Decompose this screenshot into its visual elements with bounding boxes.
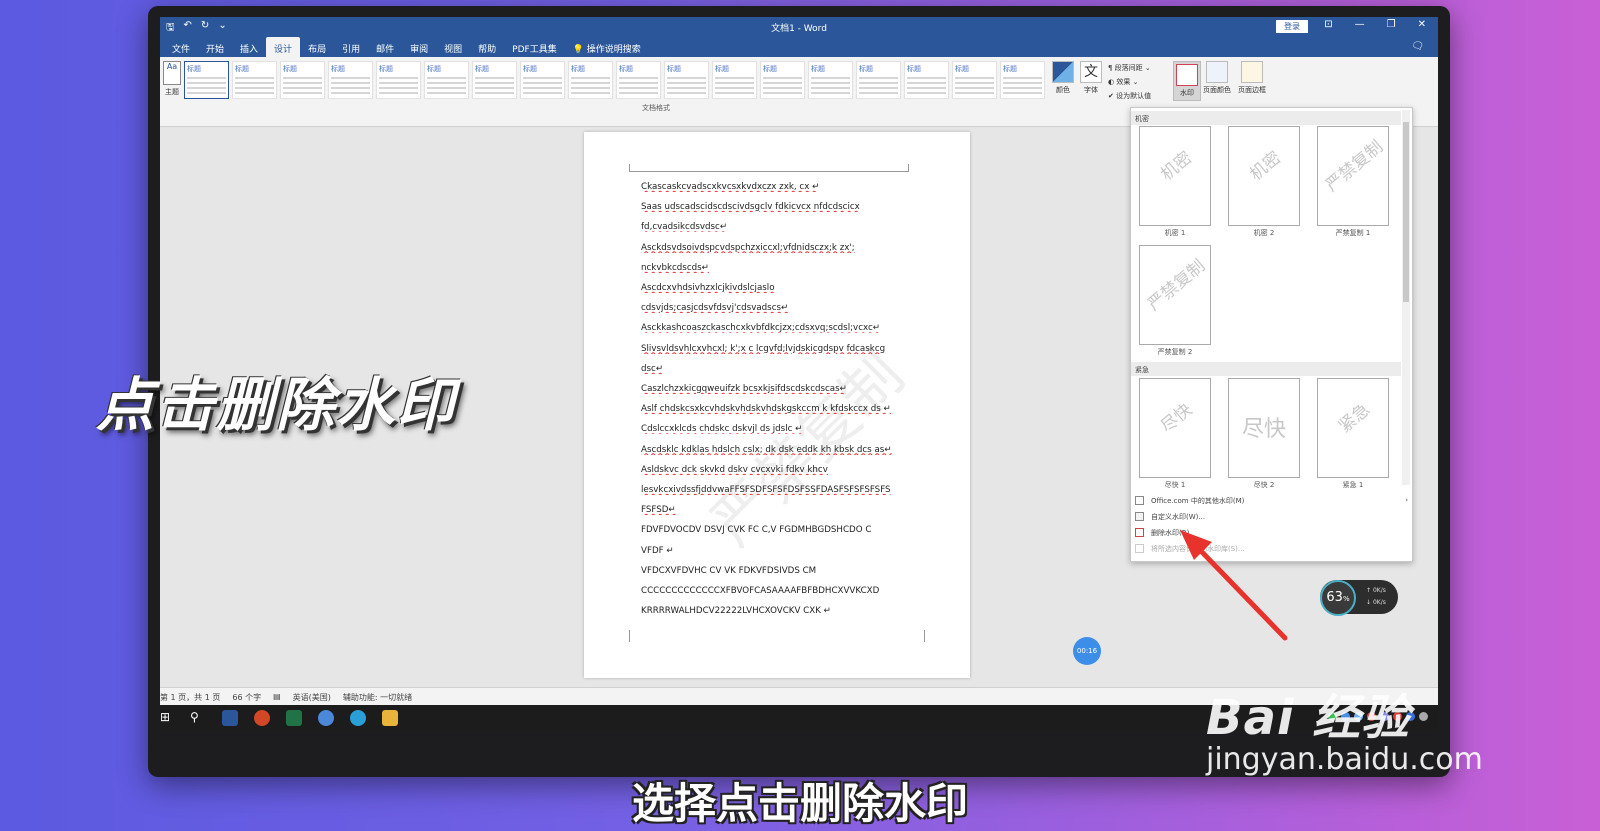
instruction-caption: 点击删除水印 <box>96 371 457 439</box>
baidu-logo: Bai 经验 <box>1206 690 1411 746</box>
brand-url: jingyan.baidu.com <box>1206 742 1483 777</box>
video-subtitle: 选择点击删除水印 <box>631 779 968 828</box>
baidu-jingyan-brand: Bai 经验 jingyan.baidu.com <box>1206 678 1483 777</box>
